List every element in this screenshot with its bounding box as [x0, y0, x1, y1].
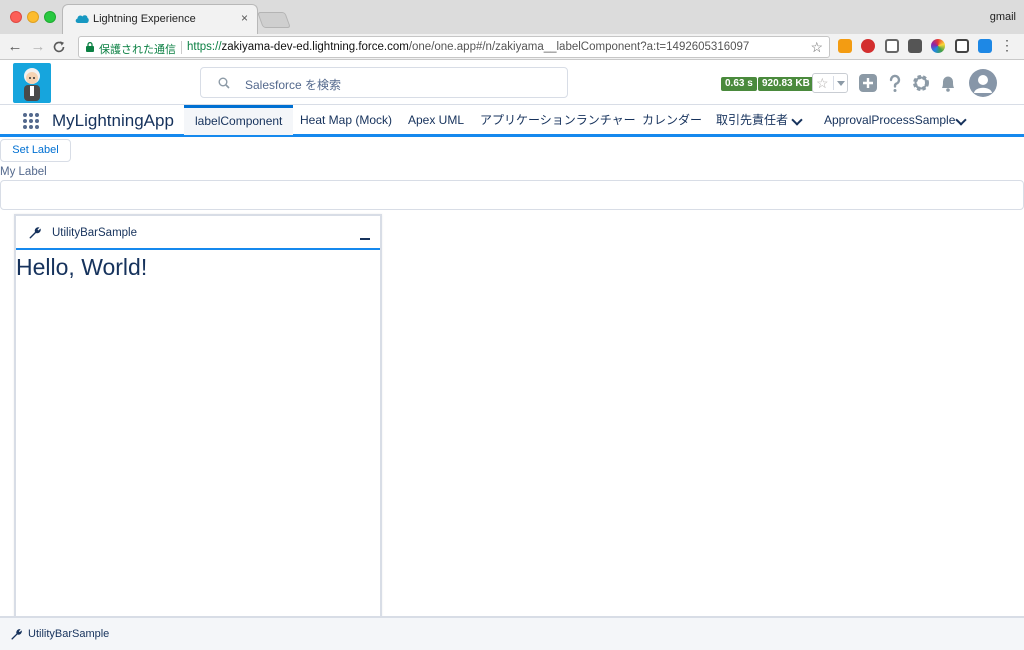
approval-dropdown-chevron-icon[interactable] [955, 114, 967, 126]
url-separator [181, 41, 182, 54]
wrench-icon [11, 629, 22, 640]
utility-bar: UtilityBarSample [0, 616, 1024, 650]
extension-icon-1[interactable] [838, 39, 852, 53]
nav-tab-contacts[interactable]: 取引先責任者 [716, 105, 788, 135]
tab-close-icon[interactable]: × [241, 11, 248, 25]
salesforce-cloud-icon [75, 15, 89, 23]
einstein-avatar-icon [24, 68, 40, 101]
notifications-bell-icon[interactable] [938, 73, 958, 93]
set-label-button[interactable]: Set Label [0, 139, 71, 162]
favorites-caret-icon[interactable] [837, 81, 845, 86]
pocket-icon[interactable] [908, 39, 922, 53]
app-launcher-waffle-icon[interactable] [22, 112, 40, 130]
color-picker-icon[interactable] [931, 39, 945, 53]
minimize-panel-icon[interactable] [360, 238, 370, 240]
nav-tab-approval-process[interactable]: ApprovalProcessSample [824, 105, 955, 135]
browser-tab-lightning[interactable]: Lightning Experience × [62, 4, 258, 34]
forward-arrow-icon[interactable]: → [28, 37, 48, 57]
search-icon [218, 77, 230, 89]
url-host: zakiyama-dev-ed.lightning.force.com [221, 41, 409, 53]
window-minimize-button[interactable] [27, 11, 39, 23]
reload-icon[interactable] [52, 40, 66, 54]
perf-time-badge: 0.63 s [721, 77, 757, 91]
utility-panel: UtilityBarSample Hello, World! [14, 214, 382, 618]
global-header: Salesforce を検索 0.63 s 920.83 KB ☆ [0, 61, 1024, 104]
my-label-field-label: My Label [0, 166, 47, 178]
favorites-divider [833, 76, 834, 90]
browser-tab-title: Lightning Experience [93, 13, 196, 25]
setup-gear-icon[interactable] [911, 73, 931, 93]
nav-tab-apex-uml[interactable]: Apex UML [408, 105, 464, 135]
new-tab-button[interactable] [257, 12, 291, 28]
contacts-dropdown-chevron-icon[interactable] [791, 114, 803, 126]
utility-panel-header: UtilityBarSample [16, 216, 380, 250]
extension-icon-3[interactable] [885, 39, 899, 53]
my-label-input[interactable] [0, 180, 1024, 210]
back-arrow-icon[interactable]: ← [5, 37, 25, 57]
window-zoom-button[interactable] [44, 11, 56, 23]
extension-icon-2[interactable] [861, 39, 875, 53]
browser-tabstrip: Lightning Experience × gmail [0, 0, 1024, 34]
browser-toolbar: ← → 保護された通信 https://zakiyama-dev-ed.ligh… [0, 34, 1024, 60]
utility-panel-title: UtilityBarSample [52, 227, 137, 239]
utility-bar-item-label: UtilityBarSample [28, 628, 110, 640]
nav-tab-calendar[interactable]: カレンダー [642, 105, 702, 135]
url-path: /one/one.app#/n/zakiyama__labelComponent… [408, 41, 750, 53]
secure-connection-label: 保護された通信 [99, 44, 176, 56]
user-avatar[interactable] [969, 69, 997, 97]
extension-icon-7[interactable] [978, 39, 992, 53]
einstein-logo[interactable] [13, 63, 51, 103]
panel-greeting-text: Hello, World! [16, 254, 148, 280]
global-create-icon[interactable] [858, 73, 878, 93]
url-scheme: https:// [187, 41, 222, 53]
search-placeholder: Salesforce を検索 [245, 78, 342, 92]
favorites-button-group[interactable]: ☆ [812, 73, 848, 93]
browser-profile-name[interactable]: gmail [990, 11, 1016, 23]
wrench-icon [29, 227, 41, 239]
window-close-button[interactable] [10, 11, 22, 23]
bookmark-star-icon[interactable]: ☆ [810, 39, 823, 56]
user-profile-icon [974, 75, 992, 93]
nav-tab-labelcomponent[interactable]: labelComponent [184, 105, 294, 135]
nav-tab-heat-map[interactable]: Heat Map (Mock) [300, 105, 392, 135]
app-navigation-bar: MyLightningApp labelComponent Heat Map (… [0, 104, 1024, 137]
url-text[interactable]: https://zakiyama-dev-ed.lightning.force.… [187, 41, 749, 53]
nav-tab-app-launcher[interactable]: アプリケーションランチャー [480, 105, 636, 135]
perf-size-badge: 920.83 KB [758, 77, 814, 91]
browser-menu-icon[interactable]: ⋮ [1000, 37, 1014, 54]
utility-bar-item[interactable]: UtilityBarSample [0, 618, 130, 650]
global-search-box[interactable]: Salesforce を検索 [200, 67, 568, 98]
help-icon[interactable] [885, 73, 905, 93]
address-bar[interactable]: 保護された通信 https://zakiyama-dev-ed.lightnin… [78, 36, 830, 58]
clipboard-icon[interactable] [955, 39, 969, 53]
app-name: MyLightningApp [52, 111, 174, 130]
favorite-star-icon[interactable]: ☆ [816, 75, 829, 91]
lock-icon [86, 42, 94, 52]
